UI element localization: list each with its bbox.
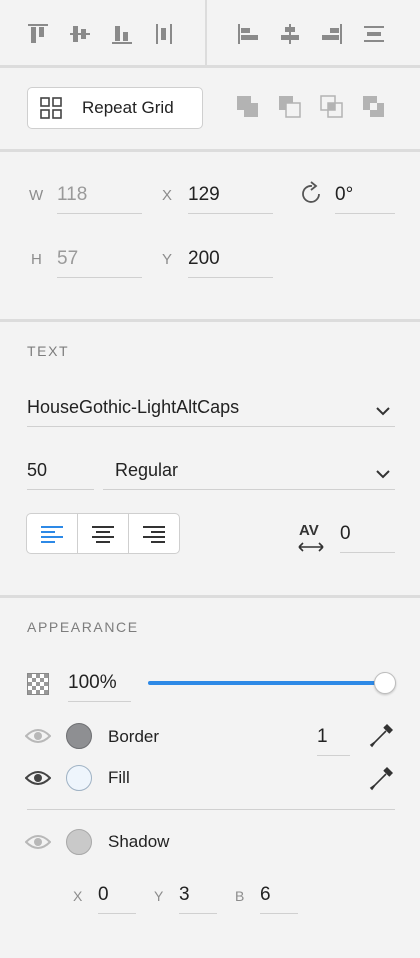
distribute-horizontal-icon[interactable]: [354, 14, 394, 54]
text-panel: [0, 322, 420, 598]
shadow-blur-input[interactable]: 6: [260, 884, 271, 906]
align-right-icon[interactable]: [312, 14, 352, 54]
rotation-underline: [335, 213, 395, 214]
text-align-center-icon: [92, 525, 114, 543]
eyedropper-icon[interactable]: [369, 722, 395, 753]
text-align-group: [26, 513, 180, 554]
chevron-down-icon[interactable]: [375, 464, 391, 485]
text-align-right-icon: [143, 525, 165, 543]
rotate-icon: [299, 181, 325, 212]
x-label: X: [162, 187, 173, 204]
opacity-underline: [68, 701, 131, 702]
opacity-slider-track[interactable]: [148, 681, 386, 685]
tracking-underline: [340, 552, 395, 553]
fill-color-swatch[interactable]: [66, 765, 92, 791]
repeat-grid-icon: [40, 97, 62, 119]
transform-panel: [0, 152, 420, 322]
shadow-blur-underline: [260, 913, 298, 914]
shadow-x-input[interactable]: 0: [98, 884, 109, 906]
width-underline: [57, 213, 142, 214]
rotation-input[interactable]: 0°: [335, 184, 353, 206]
shadow-label: Shadow: [108, 832, 170, 851]
align-left-icon[interactable]: [228, 14, 268, 54]
opacity-slider-handle[interactable]: [374, 672, 396, 694]
font-family-dropdown[interactable]: HouseGothic-LightAltCaps: [27, 397, 239, 418]
intersect-icon[interactable]: [312, 87, 352, 127]
shadow-y-label: Y: [154, 888, 164, 904]
width-label: W: [29, 187, 44, 204]
appearance-panel: [0, 598, 420, 958]
align-middle-icon[interactable]: [60, 14, 100, 54]
shadow-color-swatch[interactable]: [66, 829, 92, 855]
font-weight-dropdown[interactable]: Regular: [115, 460, 178, 481]
eye-icon[interactable]: [24, 833, 52, 856]
border-width-input[interactable]: 1: [317, 726, 328, 748]
shadow-x-underline: [98, 913, 136, 914]
text-align-left-icon: [41, 525, 63, 543]
height-label: H: [31, 251, 42, 268]
align-top-icon[interactable]: [18, 14, 58, 54]
border-width-underline: [317, 755, 350, 756]
align-toolbar: [0, 0, 420, 68]
text-align-right-button[interactable]: [129, 514, 179, 553]
text-align-left-button[interactable]: [27, 514, 78, 553]
align-center-icon[interactable]: [270, 14, 310, 54]
eye-icon[interactable]: [24, 727, 52, 750]
toolbar-divider: [205, 0, 207, 66]
fill-label: Fill: [108, 768, 130, 787]
exclude-icon[interactable]: [354, 87, 394, 127]
y-underline: [188, 277, 273, 278]
distribute-vertical-icon[interactable]: [144, 14, 184, 54]
font-family-underline: [27, 426, 395, 427]
subtract-icon[interactable]: [270, 87, 310, 127]
y-label: Y: [162, 251, 173, 268]
border-color-swatch[interactable]: [66, 723, 92, 749]
repeat-grid-label: Repeat Grid: [82, 98, 174, 117]
text-align-center-button[interactable]: [78, 514, 129, 553]
height-underline: [57, 277, 142, 278]
add-icon[interactable]: [228, 87, 268, 127]
width-input[interactable]: 118: [57, 184, 87, 206]
shadow-y-underline: [179, 913, 217, 914]
eyedropper-icon[interactable]: [369, 765, 395, 796]
shadow-blur-label: B: [235, 888, 245, 904]
opacity-icon: [27, 673, 49, 700]
align-bottom-icon[interactable]: [102, 14, 142, 54]
x-underline: [188, 213, 273, 214]
font-size-input[interactable]: 50: [27, 460, 47, 481]
font-weight-underline: [103, 489, 395, 490]
x-input[interactable]: 129: [188, 184, 220, 206]
shadow-y-input[interactable]: 3: [179, 884, 190, 906]
appearance-divider: [27, 809, 395, 810]
y-input[interactable]: 200: [188, 248, 220, 270]
font-size-underline: [27, 489, 94, 490]
shadow-x-label: X: [73, 888, 83, 904]
appearance-section-title: APPEARANCE: [27, 619, 139, 635]
repeat-grid-button[interactable]: Repeat Grid: [27, 87, 203, 129]
tracking-icon: AV: [297, 522, 325, 554]
text-section-title: TEXT: [27, 343, 70, 359]
eye-icon[interactable]: [24, 769, 52, 792]
tracking-label: AV: [299, 522, 319, 539]
border-label: Border: [108, 727, 160, 746]
opacity-input[interactable]: 100%: [68, 672, 117, 694]
chevron-down-icon[interactable]: [375, 401, 391, 422]
height-input[interactable]: 57: [57, 248, 78, 270]
tracking-input[interactable]: 0: [340, 523, 351, 545]
